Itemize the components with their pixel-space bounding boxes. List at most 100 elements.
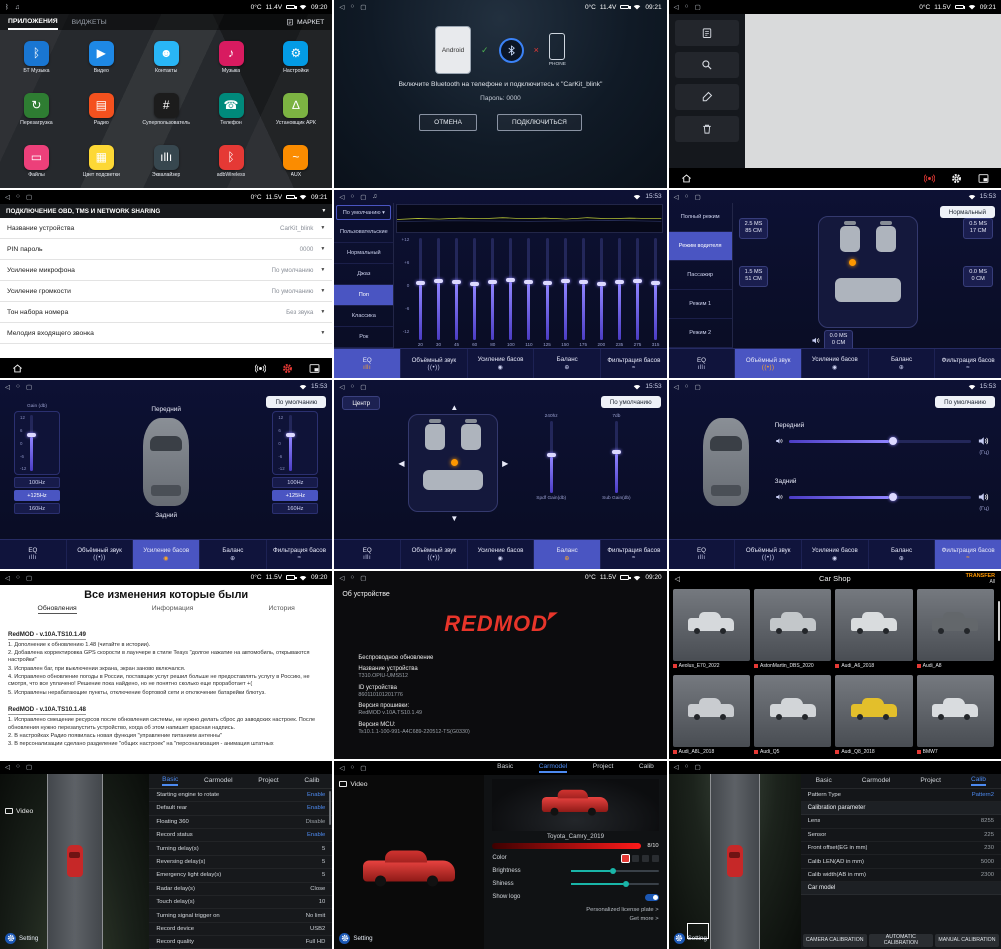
front-freq-160[interactable]: 160Hz <box>14 503 60 514</box>
tab-balance[interactable]: Баланс⊕ <box>534 349 601 378</box>
slider-knob[interactable] <box>416 281 425 285</box>
preset-button[interactable]: Нормальный <box>940 206 995 218</box>
tab-eq[interactable]: EQıllı <box>669 540 736 569</box>
preset-classic[interactable]: Классика <box>334 306 393 327</box>
eq-band-slider[interactable]: 30 <box>429 235 447 347</box>
calib-param-row[interactable]: Sensor 225 <box>801 829 1001 842</box>
back-icon[interactable]: ◁ <box>5 763 10 771</box>
connect-button[interactable]: ПОДКЛЮЧИТЬСЯ <box>497 114 582 131</box>
calib-param-row[interactable]: Calib LEN(AD in mm) 5000 <box>801 855 1001 868</box>
split-screen-icon[interactable] <box>309 363 320 374</box>
tab-surround[interactable]: Объёмный звук((•)) <box>735 540 802 569</box>
tab-calib[interactable]: Calib <box>971 776 986 786</box>
tab-carmodel[interactable]: Carmodel <box>539 763 568 773</box>
tab-bass-filter[interactable]: Фильтрация басов≈ <box>267 540 333 569</box>
slider-knob[interactable] <box>889 437 897 445</box>
app-icon[interactable]: ♪ Музыка <box>199 32 264 82</box>
tab-bass-filter[interactable]: Фильтрация басов≈ <box>601 349 667 378</box>
home-icon[interactable]: ○ <box>16 763 20 771</box>
rear-freq-125[interactable]: +125Hz <box>272 490 318 501</box>
recents-icon[interactable]: ▢ <box>695 3 701 11</box>
eq-band-slider[interactable]: 275 <box>628 235 646 347</box>
eq-band-slider[interactable]: 175 <box>574 235 592 347</box>
settings-row[interactable]: PIN пароль 0000 ▼ <box>0 239 332 260</box>
slider-knob[interactable] <box>633 279 642 283</box>
app-icon[interactable]: ↻ Перезагрузка <box>4 84 69 134</box>
calib-param-row[interactable]: Calib width(AB in mm) 2300 <box>801 869 1001 882</box>
pattern-type-row[interactable]: Pattern Type Pattern2 <box>801 789 1001 802</box>
eq-band-slider[interactable]: 60 <box>466 235 484 347</box>
recents-icon[interactable]: ▢ <box>26 574 32 582</box>
hotspot-icon[interactable] <box>924 173 935 184</box>
mode-2[interactable]: Режим 2 <box>669 319 732 348</box>
home-icon[interactable] <box>12 363 23 374</box>
car-card[interactable]: Aeolus_E70_2022 <box>673 589 750 671</box>
color-swatch[interactable] <box>632 855 639 862</box>
app-icon[interactable]: ~ AUX <box>263 136 328 186</box>
app-icon[interactable]: ıllı Эквалайзер <box>134 136 199 186</box>
setting-button[interactable]: Setting <box>674 933 707 944</box>
tab-history[interactable]: История <box>268 605 294 614</box>
tab-surround[interactable]: Объёмный звук((•)) <box>401 349 468 378</box>
app-icon[interactable]: ☎ Телефон <box>199 84 264 134</box>
eq-band-slider[interactable]: 100 <box>502 235 520 347</box>
back-icon[interactable]: ◁ <box>674 3 679 11</box>
slider-knob[interactable] <box>27 433 36 437</box>
tab-calib[interactable]: Calib <box>639 763 654 773</box>
slider-knob[interactable] <box>286 433 295 437</box>
tab-basic[interactable]: Basic <box>816 777 832 784</box>
color-hue-bar[interactable] <box>492 843 641 849</box>
home-icon[interactable] <box>681 173 692 184</box>
tab-eq[interactable]: EQıllı <box>334 349 401 378</box>
settings-row[interactable]: Turning delay(s) 5 <box>149 842 332 855</box>
settings-row[interactable]: Reversing delay(s) 5 <box>149 856 332 869</box>
section-header[interactable]: ПОДКЛЮЧЕНИЕ OBD, TMS И NETWORK SHARING ▼ <box>0 204 332 218</box>
slider-knob[interactable] <box>579 280 588 284</box>
license-plate-link[interactable]: Personalized license plate > <box>492 907 658 913</box>
back-icon[interactable]: ◁ <box>5 574 10 582</box>
car-card[interactable]: Audi_Q5 <box>754 675 831 757</box>
settings-row[interactable]: Touch delay(s) 10 <box>149 896 332 909</box>
color-swatch[interactable] <box>652 855 659 862</box>
tab-updates[interactable]: Обновления <box>38 605 77 614</box>
tab-bass-filter[interactable]: Фильтрация басов≈ <box>935 540 1001 569</box>
slider-knob[interactable] <box>597 282 606 286</box>
car-card[interactable]: Audi_A8L_2018 <box>673 675 750 757</box>
settings-row[interactable]: Record device USB2 <box>149 923 332 936</box>
tab-eq[interactable]: EQıllı <box>334 540 401 569</box>
preset-rock[interactable]: Рок <box>334 327 393 348</box>
color-swatch[interactable] <box>642 855 649 862</box>
arrow-right-icon[interactable]: ▶ <box>502 459 508 468</box>
front-freq-100[interactable]: 100Hz <box>14 477 60 488</box>
arrow-down-icon[interactable]: ▼ <box>450 514 458 523</box>
recents-icon[interactable]: ▢ <box>695 193 701 201</box>
tab-balance[interactable]: Баланс⊕ <box>200 540 267 569</box>
eq-band-slider[interactable]: 45 <box>448 235 466 347</box>
home-icon[interactable]: ○ <box>685 383 689 391</box>
tab-surround[interactable]: Объёмный звук((•)) <box>735 349 802 378</box>
recents-icon[interactable]: ▢ <box>695 763 701 771</box>
eq-band-slider[interactable]: 125 <box>538 235 556 347</box>
tab-applications[interactable]: ПРИЛОЖЕНИЯ <box>8 14 58 30</box>
tab-balance[interactable]: Баланс⊕ <box>869 349 936 378</box>
app-icon[interactable]: ▶ Видео <box>69 32 134 82</box>
settings-row[interactable]: Radar delay(s) Close <box>149 883 332 896</box>
recents-icon[interactable]: ▢ <box>360 193 366 201</box>
tab-calib[interactable]: Calib <box>304 777 319 784</box>
cancel-button[interactable]: ОТМЕНА <box>419 114 477 131</box>
settings-row[interactable]: Record quality Full HD <box>149 936 332 949</box>
info-row[interactable]: Версия MCU: Ts10.1.1-100-991-A4C689-2205… <box>358 722 656 735</box>
eq-band-slider[interactable]: 235 <box>610 235 628 347</box>
tab-carmodel[interactable]: Carmodel <box>862 777 891 784</box>
recents-icon[interactable]: ▢ <box>360 3 366 11</box>
tab-bass-boost[interactable]: Усиление басов◉ <box>468 349 535 378</box>
preset-pop[interactable]: Поп <box>334 285 393 306</box>
back-icon[interactable]: ◁ <box>339 764 344 772</box>
default-button[interactable]: По умолчанию <box>935 396 995 408</box>
tab-bass-filter[interactable]: Фильтрация басов≈ <box>935 349 1001 378</box>
app-icon[interactable]: ☻ Контакты <box>134 32 199 82</box>
info-row[interactable]: Беспроводное обновление <box>358 655 656 661</box>
trash-button[interactable] <box>675 116 739 142</box>
eq-band-slider[interactable]: 110 <box>520 235 538 347</box>
listening-position-dot[interactable] <box>849 259 856 266</box>
